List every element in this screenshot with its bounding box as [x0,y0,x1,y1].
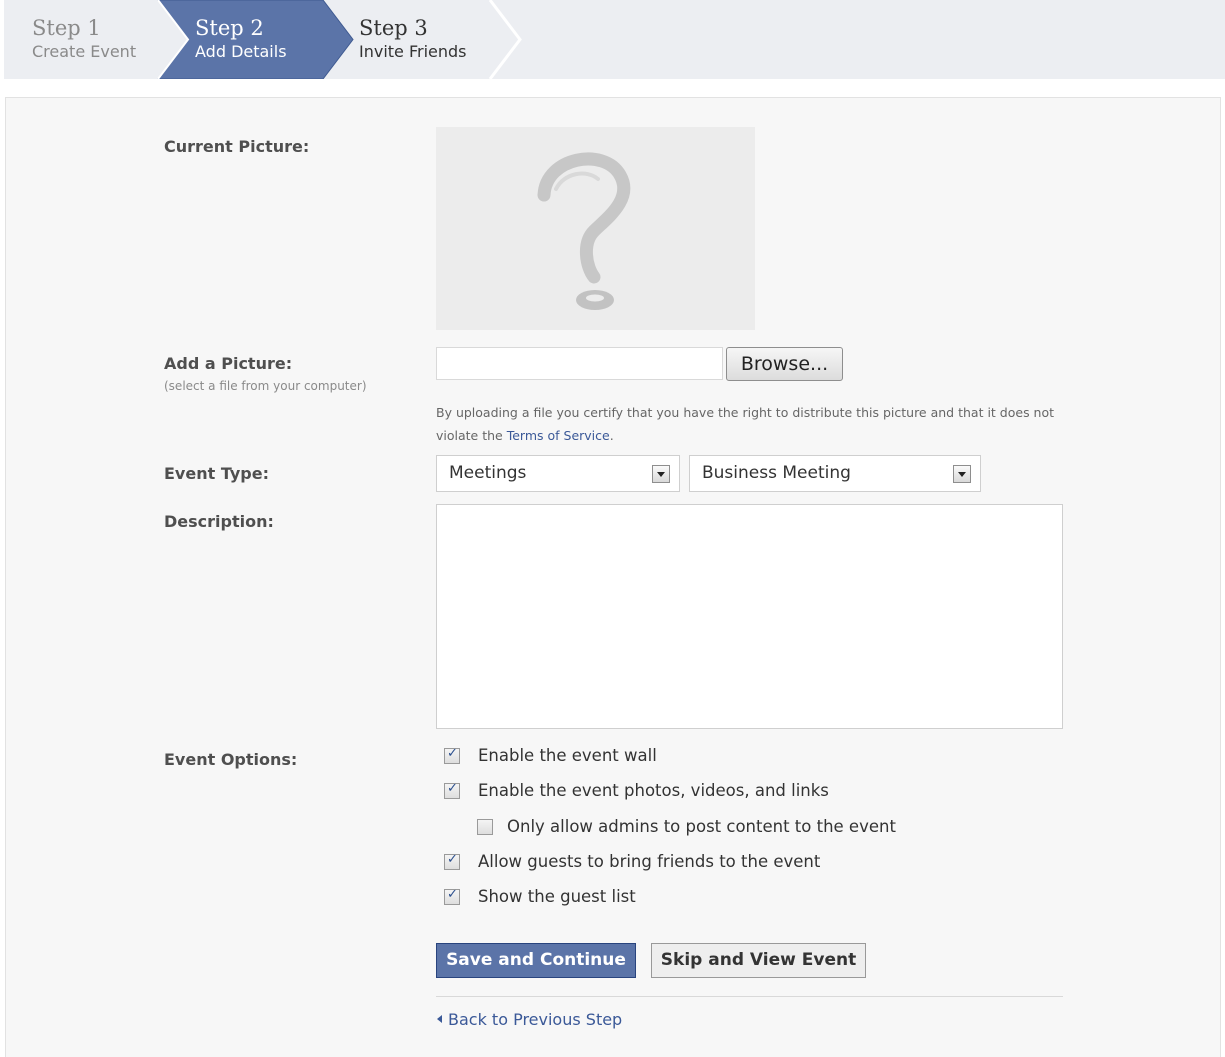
event-category-value: Meetings [449,463,527,483]
divider [436,996,1063,997]
dropdown-arrow-icon[interactable] [953,465,971,483]
terms-of-service-link[interactable]: Terms of Service [507,428,610,443]
description-label: Description: [164,512,274,531]
file-path-input[interactable] [436,347,723,380]
add-picture-hint: (select a file from your computer) [164,379,367,393]
option-checkbox[interactable] [444,746,460,764]
option-label: Enable the event wall [478,746,657,765]
event-options-label: Event Options: [164,750,298,769]
option-label: Show the guest list [478,887,636,906]
back-arrow-icon [437,1015,442,1023]
event-subtype-value: Business Meeting [702,463,851,483]
step-number: Step 2 [195,16,264,40]
current-picture-label: Current Picture: [164,137,310,156]
option-checkbox[interactable] [444,887,460,905]
step-progress-shapes [157,0,522,79]
step-label: Invite Friends [359,42,467,61]
description-textarea[interactable] [436,504,1063,729]
step-number: Step 1 [32,16,101,40]
step-add-details: Step 2 Add Details [195,15,287,63]
step-invite-friends[interactable]: Step 3 Invite Friends [359,15,467,63]
disclaimer-end: . [609,428,614,443]
event-type-label: Event Type: [164,464,269,483]
browse-button[interactable]: Browse... [726,347,843,381]
option-checkbox[interactable] [444,781,460,799]
question-mark-icon [537,152,631,310]
option-checkbox[interactable] [444,852,460,870]
current-picture [436,127,755,330]
step-separator [488,0,522,79]
option-label: Enable the event photos, videos, and lin… [478,781,829,800]
add-picture-label: Add a Picture: [164,354,293,373]
step-create-event[interactable]: Step 1 Create Event [32,15,136,63]
upload-disclaimer: By uploading a file you certify that you… [436,401,1066,447]
save-and-continue-button[interactable]: Save and Continue [436,943,636,978]
skip-and-view-event-button[interactable]: Skip and View Event [651,943,866,978]
option-checkbox[interactable] [477,819,493,835]
step-label: Add Details [195,42,287,61]
back-to-previous-step-link[interactable]: Back to Previous Step [437,1010,622,1029]
option-label: Allow guests to bring friends to the eve… [478,852,821,871]
step-progress-bar: Step 1 Create Event Step 2 Add Details S… [4,0,1225,79]
event-subtype-select[interactable]: Business Meeting [689,455,981,492]
step-label: Create Event [32,42,137,61]
event-category-select[interactable]: Meetings [436,455,680,492]
step-number: Step 3 [359,16,428,40]
option-label: Only allow admins to post content to the… [507,817,896,836]
dropdown-arrow-icon[interactable] [652,465,670,483]
back-link-label: Back to Previous Step [448,1010,623,1029]
